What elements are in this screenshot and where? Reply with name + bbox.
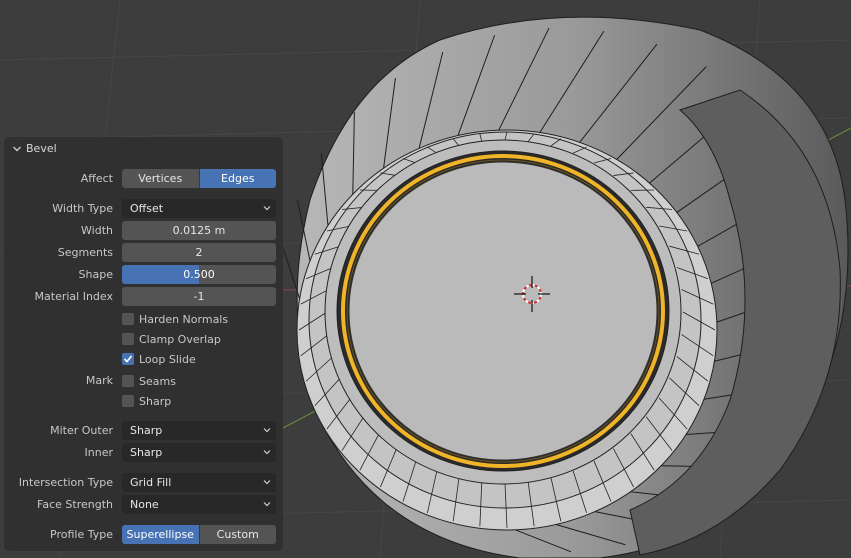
material-index-field[interactable]: -1 (122, 287, 276, 306)
face-strength-value: None (130, 498, 159, 511)
profile-custom-button[interactable]: Custom (198, 525, 276, 544)
seams-label: Seams (139, 375, 176, 388)
face-strength-dropdown[interactable]: None (122, 495, 276, 514)
shape-label: Shape (78, 268, 113, 281)
material-index-label: Material Index (34, 290, 113, 303)
intersection-type-dropdown[interactable]: Grid Fill (122, 473, 276, 492)
affect-vertices-button[interactable]: Vertices (122, 169, 199, 188)
checkbox-box[interactable] (122, 313, 134, 325)
segments-label: Segments (57, 246, 113, 259)
width-type-dropdown[interactable]: Offset (122, 199, 276, 218)
chevron-down-icon (263, 502, 271, 507)
chevron-down-icon (263, 428, 271, 433)
inner-face[interactable] (348, 161, 658, 461)
inner-value: Sharp (130, 446, 163, 459)
width-type-label: Width Type (52, 202, 113, 215)
loop-slide-label: Loop Slide (139, 353, 196, 366)
chevron-down-icon (263, 206, 271, 211)
panel-title: Bevel (26, 142, 57, 155)
width-type-value: Offset (130, 202, 164, 215)
intersection-type-label: Intersection Type (18, 476, 113, 489)
check-icon (123, 355, 133, 363)
segments-field[interactable]: 2 (122, 243, 276, 262)
chevron-down-icon (263, 450, 271, 455)
miter-outer-label: Miter Outer (50, 424, 113, 437)
checkbox-box[interactable] (122, 395, 134, 407)
sharp-label: Sharp (139, 395, 172, 408)
miter-outer-value: Sharp (130, 424, 163, 437)
miter-outer-dropdown[interactable]: Sharp (122, 421, 276, 440)
width-label: Width (81, 224, 113, 237)
inner-label: Inner (84, 446, 113, 459)
harden-normals-label: Harden Normals (139, 313, 229, 326)
wheel-mesh[interactable] (282, 16, 849, 558)
bevel-operator-panel: Bevel Affect Vertices Edges Width Type O… (4, 137, 283, 551)
checkbox-box[interactable] (122, 353, 134, 365)
profile-type-label: Profile Type (50, 528, 113, 541)
checkbox-box[interactable] (122, 333, 134, 345)
intersection-type-value: Grid Fill (130, 476, 172, 489)
affect-label: Affect (80, 172, 113, 185)
profile-superellipse-button[interactable]: Superellipse (122, 525, 199, 544)
panel-header[interactable]: Bevel (4, 137, 283, 161)
shape-slider[interactable]: 0.500 (122, 265, 276, 284)
profile-type-toggle: Superellipse Custom (122, 525, 276, 544)
chevron-down-icon (263, 480, 271, 485)
inner-dropdown[interactable]: Sharp (122, 443, 276, 462)
checkbox-box[interactable] (122, 375, 134, 387)
mark-label: Mark (85, 374, 113, 387)
chevron-down-icon[interactable] (12, 144, 22, 154)
face-strength-label: Face Strength (37, 498, 113, 511)
affect-edges-button[interactable]: Edges (198, 169, 276, 188)
affect-toggle: Vertices Edges (122, 169, 276, 188)
clamp-overlap-label: Clamp Overlap (139, 333, 221, 346)
width-field[interactable]: 0.0125 m (122, 221, 276, 240)
shape-value: 0.500 (183, 268, 215, 281)
